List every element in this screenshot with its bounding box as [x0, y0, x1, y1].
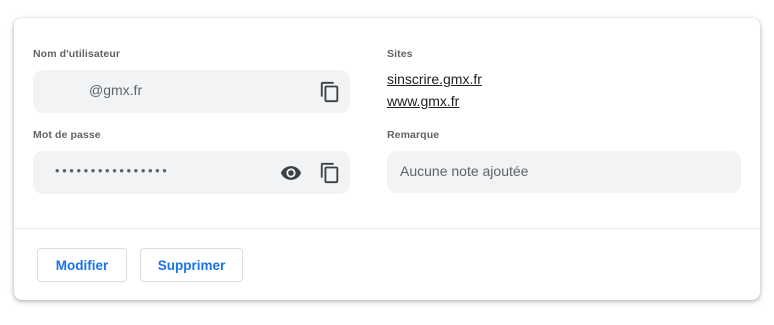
copy-username-button[interactable] — [319, 81, 341, 103]
eye-icon — [280, 166, 302, 180]
edit-button[interactable]: Modifier — [37, 248, 127, 282]
password-label: Mot de passe — [33, 129, 101, 141]
copy-password-button[interactable] — [319, 162, 341, 184]
show-password-button[interactable] — [280, 162, 302, 184]
username-field: @gmx.fr — [33, 70, 350, 113]
site-link[interactable]: www.gmx.fr — [387, 93, 459, 109]
divider — [14, 228, 760, 229]
password-value: •••••••••••••••• — [55, 163, 170, 178]
password-field: •••••••••••••••• — [33, 151, 350, 194]
site-link[interactable]: sinscrire.gmx.fr — [387, 71, 482, 87]
username-label: Nom d'utilisateur — [33, 48, 121, 60]
sites-label: Sites — [387, 48, 413, 60]
username-value: @gmx.fr — [89, 82, 143, 98]
note-label: Remarque — [387, 129, 440, 141]
delete-button[interactable]: Supprimer — [140, 248, 243, 282]
copy-icon — [320, 162, 339, 184]
copy-icon — [320, 81, 339, 103]
note-field: Aucune note ajoutée — [387, 151, 741, 193]
note-value: Aucune note ajoutée — [400, 163, 529, 179]
password-detail-card: Nom d'utilisateur @gmx.fr Mot de passe •… — [14, 18, 760, 300]
